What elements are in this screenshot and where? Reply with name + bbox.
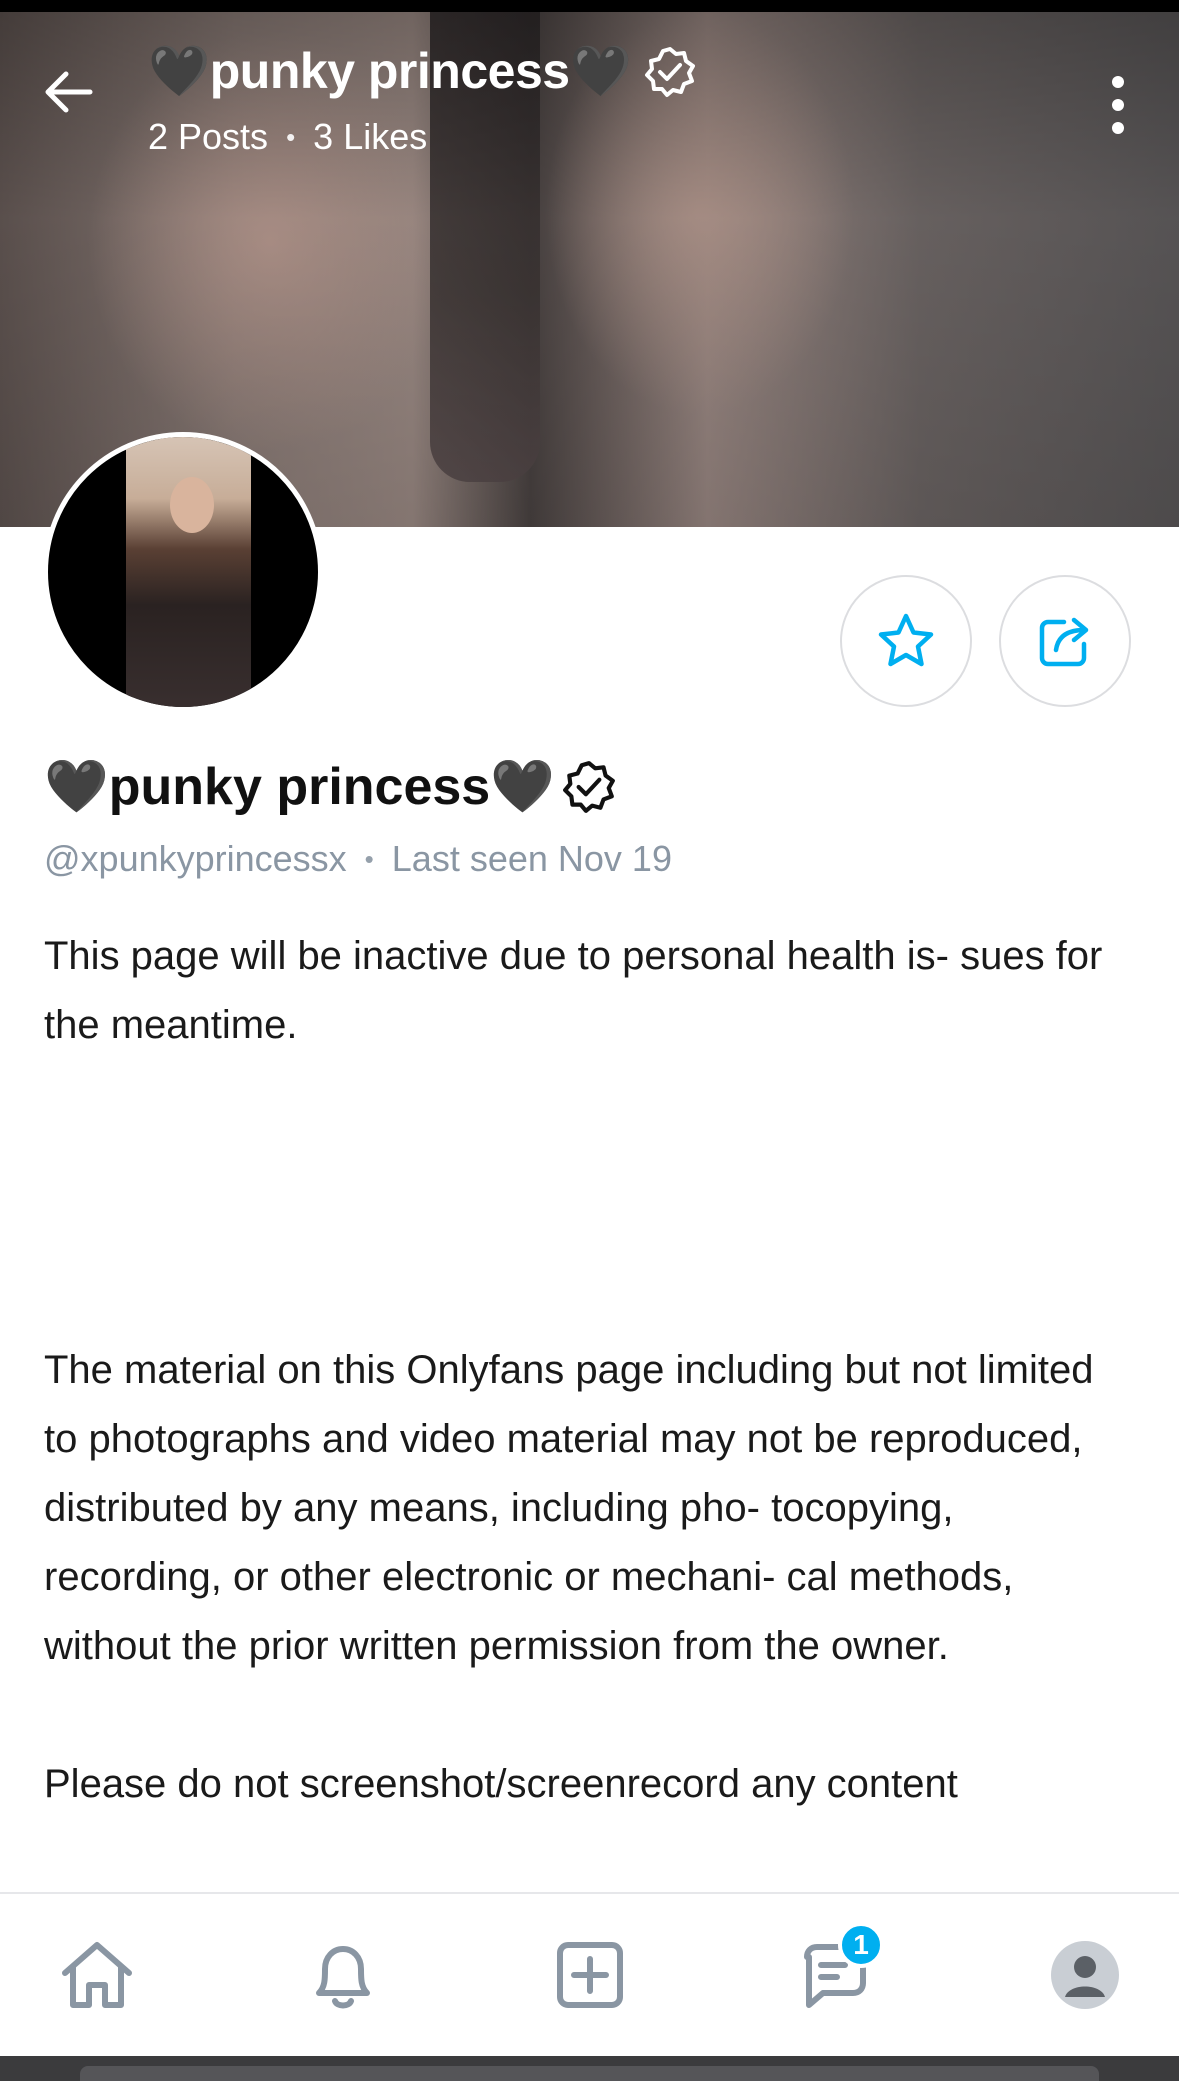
header-title: 🖤punky princess🖤 [148, 43, 632, 99]
nav-notifications[interactable] [298, 1930, 388, 2020]
separator-dot: • [286, 121, 296, 152]
verified-badge-icon [645, 46, 696, 97]
arrow-left-icon [45, 71, 93, 113]
status-strip [0, 0, 1179, 12]
profile-display-name: 🖤punky princess🖤 [44, 758, 555, 816]
home-icon [62, 1942, 132, 2008]
profile-meta: @xpunkyprincessx • Last seen Nov 19 [44, 838, 672, 880]
favorite-button[interactable] [840, 575, 972, 707]
bio-paragraph-2: The material on this Onlyfans page inclu… [44, 1348, 1094, 1668]
messages-badge: 1 [838, 1922, 884, 1968]
back-button[interactable] [40, 62, 100, 122]
nav-messages[interactable]: 1 [790, 1922, 884, 2020]
avatar-face [170, 477, 214, 533]
bio-paragraph-3: Please do not screenshot/screenrecord an… [44, 1762, 958, 1806]
nav-home[interactable] [52, 1930, 142, 2020]
header-counts: 2 Posts • 3 Likes [148, 116, 427, 158]
top-bar: 🖤punky princess🖤 2 Posts • 3 Likes [0, 12, 1179, 157]
last-seen: Last seen Nov 19 [391, 838, 672, 879]
posts-count: 2 Posts [148, 116, 269, 157]
nav-add-post[interactable] [545, 1930, 635, 2020]
profile-name-row: 🖤punky princess🖤 [44, 756, 617, 817]
user-avatar-icon [1051, 1941, 1119, 2009]
system-bar-pill [80, 2066, 1099, 2081]
share-button[interactable] [999, 575, 1131, 707]
likes-count: 3 Likes [313, 116, 428, 157]
separator-dot: • [364, 843, 374, 874]
plus-square-icon [557, 1942, 623, 2008]
verified-badge-icon [563, 760, 615, 813]
more-vertical-icon [1112, 76, 1124, 134]
bio-paragraph-1: This page will be inactive due to person… [44, 934, 1103, 1047]
star-icon [878, 613, 934, 667]
nav-profile[interactable] [1040, 1930, 1130, 2020]
profile-handle: @xpunkyprincessx [44, 838, 347, 879]
bottom-nav: 1 [0, 1892, 1179, 2058]
header-title-row: 🖤punky princess🖤 [148, 42, 697, 101]
more-button[interactable] [1100, 70, 1136, 140]
system-navigation-bar [0, 2056, 1179, 2081]
bell-icon [316, 1946, 370, 2009]
avatar[interactable] [43, 432, 323, 712]
share-icon [1039, 617, 1089, 667]
profile-bio: This page will be inactive due to person… [44, 922, 1134, 1819]
